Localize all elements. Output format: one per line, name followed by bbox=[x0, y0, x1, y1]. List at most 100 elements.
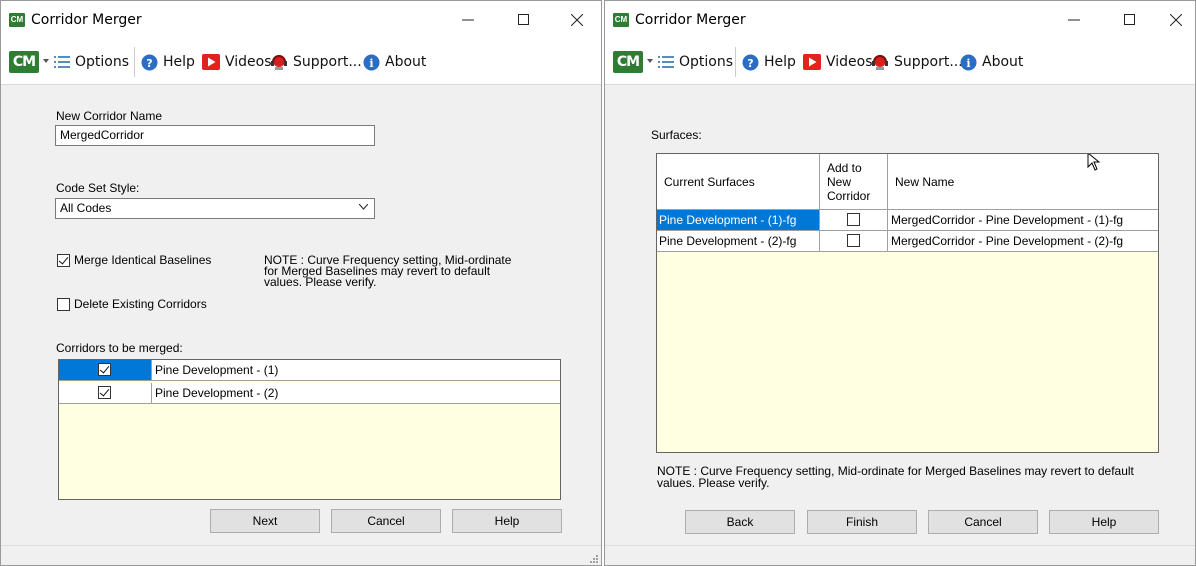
svg-text:i: i bbox=[966, 57, 970, 70]
table-row[interactable]: Pine Development - (2) bbox=[59, 383, 560, 404]
minimize-button[interactable] bbox=[445, 1, 491, 39]
window-title: Corridor Merger bbox=[31, 12, 142, 28]
note-line-3: values. Please verify. bbox=[264, 275, 377, 289]
about-label: About bbox=[385, 54, 427, 70]
include-checkbox[interactable] bbox=[98, 386, 111, 399]
help-button[interactable]: Help bbox=[1049, 510, 1159, 534]
include-cell[interactable] bbox=[59, 383, 152, 403]
options-menu[interactable]: Options bbox=[658, 53, 733, 71]
resize-grip-icon[interactable] bbox=[588, 553, 598, 563]
toolbar: CM Options ? Help Videos Support... i Ab… bbox=[1, 39, 601, 85]
play-video-icon bbox=[202, 54, 220, 70]
help-menu[interactable]: ? Help bbox=[141, 53, 195, 71]
finish-button[interactable]: Finish bbox=[807, 510, 917, 534]
add-to-corridor-cell[interactable] bbox=[820, 231, 888, 251]
support-menu[interactable]: Support... bbox=[871, 53, 963, 71]
cm-logo-menu[interactable]: CM bbox=[613, 51, 643, 73]
options-label: Options bbox=[75, 54, 130, 70]
column-header-new-name: New Name bbox=[895, 174, 955, 189]
close-icon bbox=[571, 14, 583, 26]
cm-logo-menu[interactable]: CM bbox=[9, 51, 39, 73]
table-row[interactable]: Pine Development - (1) bbox=[59, 360, 560, 381]
chevron-down-icon bbox=[359, 204, 368, 210]
corridors-grid[interactable]: Pine Development - (1) Pine Development … bbox=[58, 359, 561, 500]
code-set-style-value: All Codes bbox=[60, 201, 112, 215]
current-surface-cell[interactable]: Pine Development - (2)-fg bbox=[657, 231, 820, 251]
include-cell[interactable] bbox=[59, 360, 152, 380]
close-button[interactable] bbox=[1153, 1, 1195, 39]
help-label: Help bbox=[163, 54, 195, 70]
support-menu[interactable]: Support... bbox=[270, 53, 362, 71]
app-icon: CM bbox=[9, 13, 25, 27]
delete-existing-corridors-label: Delete Existing Corridors bbox=[74, 297, 207, 311]
code-set-style-label: Code Set Style: bbox=[56, 181, 140, 195]
chevron-down-icon[interactable] bbox=[647, 59, 653, 63]
info-icon: i bbox=[363, 54, 380, 70]
maximize-button[interactable] bbox=[501, 1, 547, 39]
minimize-icon bbox=[462, 19, 474, 21]
surfaces-label: Surfaces: bbox=[651, 128, 702, 142]
maximize-button[interactable] bbox=[1107, 1, 1153, 39]
minimize-icon bbox=[1068, 19, 1080, 21]
merge-identical-baselines-label: Merge Identical Baselines bbox=[74, 253, 212, 267]
cancel-button[interactable]: Cancel bbox=[331, 509, 441, 533]
window-title: Corridor Merger bbox=[635, 12, 746, 28]
help-menu[interactable]: ? Help bbox=[742, 53, 796, 71]
code-set-style-select[interactable]: All Codes bbox=[55, 198, 375, 219]
add-to-corridor-checkbox[interactable] bbox=[847, 213, 860, 226]
about-menu[interactable]: i About bbox=[960, 53, 1023, 71]
add-to-corridor-cell[interactable] bbox=[820, 210, 888, 230]
new-corridor-name-input[interactable]: MergedCorridor bbox=[55, 125, 375, 146]
column-header-current-surfaces: Current Surfaces bbox=[657, 154, 820, 209]
close-icon bbox=[1170, 14, 1182, 26]
support-label: Support... bbox=[293, 54, 362, 70]
support-label: Support... bbox=[894, 54, 963, 70]
table-row[interactable]: Pine Development - (1)-fg MergedCorridor… bbox=[657, 210, 1158, 231]
info-icon: i bbox=[960, 54, 977, 70]
surfaces-grid[interactable]: Current Surfaces Add to New Corridor New… bbox=[656, 153, 1159, 453]
merge-identical-baselines-checkbox[interactable] bbox=[57, 254, 70, 267]
corridor-merger-window-2: CM Corridor Merger CM Options ? Help Vid… bbox=[604, 0, 1196, 566]
add-to-corridor-checkbox[interactable] bbox=[847, 234, 860, 247]
maximize-icon bbox=[518, 14, 529, 25]
play-video-icon bbox=[803, 54, 821, 70]
include-checkbox[interactable] bbox=[98, 363, 111, 376]
new-name-cell[interactable]: MergedCorridor - Pine Development - (1)-… bbox=[888, 210, 1158, 230]
title-bar: CM Corridor Merger bbox=[1, 1, 601, 39]
merge-note: NOTE : Curve Frequency setting, Mid-ordi… bbox=[264, 254, 511, 289]
corridors-to-merge-label: Corridors to be merged: bbox=[56, 341, 183, 355]
next-button[interactable]: Next bbox=[210, 509, 320, 533]
about-menu[interactable]: i About bbox=[363, 53, 426, 71]
close-button[interactable] bbox=[554, 1, 600, 39]
corridor-name-cell[interactable]: Pine Development - (1) bbox=[152, 360, 560, 380]
corridor-merger-window-1: CM Corridor Merger CM Options ? Help Vid… bbox=[0, 0, 602, 566]
minimize-button[interactable] bbox=[1051, 1, 1097, 39]
status-bar bbox=[1, 545, 601, 565]
options-menu[interactable]: Options bbox=[54, 53, 129, 71]
new-name-cell[interactable]: MergedCorridor - Pine Development - (2)-… bbox=[888, 231, 1158, 251]
current-surface-cell[interactable]: Pine Development - (1)-fg bbox=[657, 210, 820, 230]
header-line-1: Add to bbox=[827, 160, 862, 175]
back-button[interactable]: Back bbox=[685, 510, 795, 534]
corridor-name-cell[interactable]: Pine Development - (2) bbox=[152, 383, 560, 403]
header-line-3: Corridor bbox=[827, 188, 871, 203]
cancel-button[interactable]: Cancel bbox=[928, 510, 1038, 534]
chevron-down-icon[interactable] bbox=[43, 59, 49, 63]
help-button[interactable]: Help bbox=[452, 509, 562, 533]
help-label: Help bbox=[764, 54, 796, 70]
toolbar-divider bbox=[735, 47, 736, 77]
svg-text:?: ? bbox=[146, 57, 152, 70]
table-row[interactable]: Pine Development - (2)-fg MergedCorridor… bbox=[657, 231, 1158, 252]
toolbar-divider bbox=[134, 47, 135, 77]
app-icon: CM bbox=[613, 13, 629, 27]
new-corridor-name-label: New Corridor Name bbox=[56, 109, 163, 123]
videos-menu[interactable]: Videos bbox=[202, 53, 272, 71]
list-icon bbox=[658, 56, 674, 68]
help-icon: ? bbox=[141, 54, 158, 70]
delete-existing-corridors-checkbox[interactable] bbox=[57, 298, 70, 311]
note-line-2: values. Please verify. bbox=[657, 476, 770, 490]
videos-label: Videos bbox=[225, 54, 272, 70]
status-bar bbox=[605, 545, 1195, 565]
videos-menu[interactable]: Videos bbox=[803, 53, 873, 71]
maximize-icon bbox=[1124, 14, 1135, 25]
